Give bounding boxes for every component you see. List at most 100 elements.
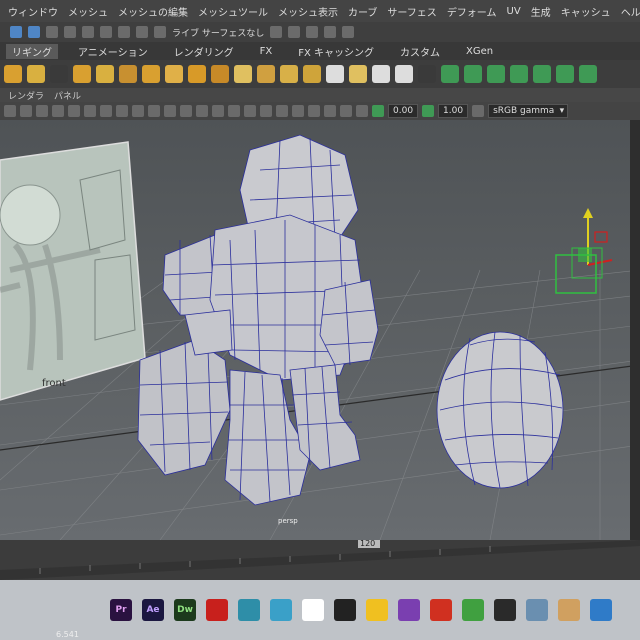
- tab-rigging[interactable]: リギング: [6, 43, 58, 59]
- wireframe-on-shaded-icon[interactable]: [212, 105, 224, 117]
- snap-curve-icon[interactable]: [64, 26, 76, 38]
- delete-history-icon[interactable]: [395, 65, 413, 83]
- browser-app-icon[interactable]: [590, 599, 612, 621]
- motion-blur-icon[interactable]: [292, 105, 304, 117]
- torus-icon[interactable]: [96, 65, 114, 83]
- exposure-icon[interactable]: [372, 105, 384, 117]
- sphere-mesh[interactable]: [436, 331, 564, 489]
- menu-deform[interactable]: デフォーム: [447, 4, 497, 19]
- menu-surfaces[interactable]: サーフェス: [387, 4, 436, 19]
- uv-cut-icon[interactable]: [510, 65, 528, 83]
- menu-panels[interactable]: パネル: [54, 89, 81, 102]
- tab-fx-caching[interactable]: FX キャッシング: [292, 44, 380, 59]
- group-icon[interactable]: [303, 65, 321, 83]
- shadows-icon[interactable]: [260, 105, 272, 117]
- smooth-shade-icon[interactable]: [196, 105, 208, 117]
- color-management-icon[interactable]: [472, 105, 485, 117]
- menu-mesh-tools[interactable]: メッシュツール: [198, 4, 268, 19]
- film-gate-icon[interactable]: [84, 105, 96, 117]
- perspective-viewport[interactable]: front persp: [0, 120, 640, 540]
- render-view-icon[interactable]: [342, 26, 355, 38]
- gamma-field[interactable]: 1.00: [438, 104, 469, 118]
- tab-rendering[interactable]: レンダリング: [168, 44, 240, 59]
- menu-mesh-display[interactable]: メッシュ表示: [278, 4, 338, 19]
- bounding-box-icon[interactable]: [326, 65, 344, 83]
- tab-xgen[interactable]: XGen: [460, 46, 499, 57]
- media-app-icon[interactable]: [302, 599, 324, 621]
- menu-window[interactable]: ウィンドウ: [8, 4, 58, 19]
- snap-surface-icon[interactable]: [100, 26, 112, 38]
- snap-point-icon[interactable]: [82, 26, 94, 38]
- folder-app-icon[interactable]: [366, 599, 388, 621]
- tab-animation[interactable]: アニメーション: [72, 44, 154, 59]
- render-icon[interactable]: [270, 26, 283, 38]
- gamma-icon[interactable]: [422, 105, 435, 117]
- terminal-app-icon[interactable]: [334, 599, 356, 621]
- menu-help[interactable]: ヘルプ: [621, 4, 640, 19]
- cloud-app-icon[interactable]: [270, 599, 292, 621]
- isolate-select-icon[interactable]: [324, 105, 336, 117]
- ipr-render-icon[interactable]: [288, 26, 301, 38]
- time-slider[interactable]: 120: [0, 540, 640, 580]
- uv-layout-icon[interactable]: [464, 65, 482, 83]
- menu-cache[interactable]: キャッシュ: [561, 4, 611, 19]
- menu-curves[interactable]: カーブ: [348, 4, 377, 19]
- menu-uv[interactable]: UV: [507, 6, 521, 17]
- lights-icon[interactable]: [244, 105, 256, 117]
- uv-checker-icon[interactable]: [556, 65, 574, 83]
- robot-mesh[interactable]: [137, 134, 379, 506]
- live-surface-label[interactable]: ライブ サーフェスなし: [172, 26, 264, 39]
- ik-handle-icon[interactable]: [142, 65, 160, 83]
- tab-fx[interactable]: FX: [254, 46, 279, 57]
- after-effects-app-icon[interactable]: Ae: [142, 599, 164, 621]
- gate-mask-icon[interactable]: [116, 105, 128, 117]
- wrap-icon[interactable]: [234, 65, 252, 83]
- move-manipulator-icon[interactable]: [555, 208, 613, 294]
- safe-title-icon[interactable]: [164, 105, 176, 117]
- dark-app-icon[interactable]: [494, 599, 516, 621]
- camera-attr-icon[interactable]: [20, 105, 32, 117]
- freeze-icon[interactable]: [372, 65, 390, 83]
- sculpt-icon[interactable]: [257, 65, 275, 83]
- photoshop-app-icon[interactable]: [238, 599, 260, 621]
- snap-grid-icon[interactable]: [46, 26, 58, 38]
- snap-view-icon[interactable]: [118, 26, 130, 38]
- component-mode-icon[interactable]: [28, 26, 40, 38]
- sphere-icon[interactable]: [73, 65, 91, 83]
- xray-joints-icon[interactable]: [356, 105, 368, 117]
- history-icon[interactable]: [136, 26, 148, 38]
- bookmark-icon[interactable]: [36, 105, 48, 117]
- render-settings-icon[interactable]: [306, 26, 319, 38]
- hypershade-icon[interactable]: [324, 26, 337, 38]
- wireframe-icon[interactable]: [180, 105, 192, 117]
- red-app-icon[interactable]: [430, 599, 452, 621]
- uv-sew-icon[interactable]: [533, 65, 551, 83]
- textured-icon[interactable]: [228, 105, 240, 117]
- tab-custom[interactable]: カスタム: [394, 44, 446, 59]
- green-app-icon[interactable]: [462, 599, 484, 621]
- image-plane-icon[interactable]: [52, 105, 64, 117]
- premiere-app-icon[interactable]: Pr: [110, 599, 132, 621]
- cylinder-icon[interactable]: [27, 65, 45, 83]
- visual-studio-app-icon[interactable]: [398, 599, 420, 621]
- lattice-icon[interactable]: [211, 65, 229, 83]
- field-chart-icon[interactable]: [132, 105, 144, 117]
- front-image-plane[interactable]: [0, 141, 146, 401]
- camera-icon[interactable]: [4, 105, 16, 117]
- menu-edit-mesh[interactable]: メッシュの編集: [118, 4, 188, 19]
- uv-project-icon[interactable]: [579, 65, 597, 83]
- skin-bind-icon[interactable]: [165, 65, 183, 83]
- colorspace-dropdown[interactable]: sRGB gamma: [488, 104, 569, 118]
- cube-icon[interactable]: [280, 65, 298, 83]
- menu-mesh[interactable]: メッシュ: [68, 4, 108, 19]
- side-panel-strip[interactable]: [630, 120, 640, 540]
- exposure-field[interactable]: 0.00: [388, 104, 419, 118]
- magnet-icon[interactable]: [154, 26, 166, 38]
- safe-action-icon[interactable]: [148, 105, 160, 117]
- dreamweaver-app-icon[interactable]: Dw: [174, 599, 196, 621]
- anti-alias-icon[interactable]: [308, 105, 320, 117]
- cluster-icon[interactable]: [188, 65, 206, 83]
- joint-icon[interactable]: [119, 65, 137, 83]
- uv-unfold-icon[interactable]: [487, 65, 505, 83]
- center-pivot-icon[interactable]: [349, 65, 367, 83]
